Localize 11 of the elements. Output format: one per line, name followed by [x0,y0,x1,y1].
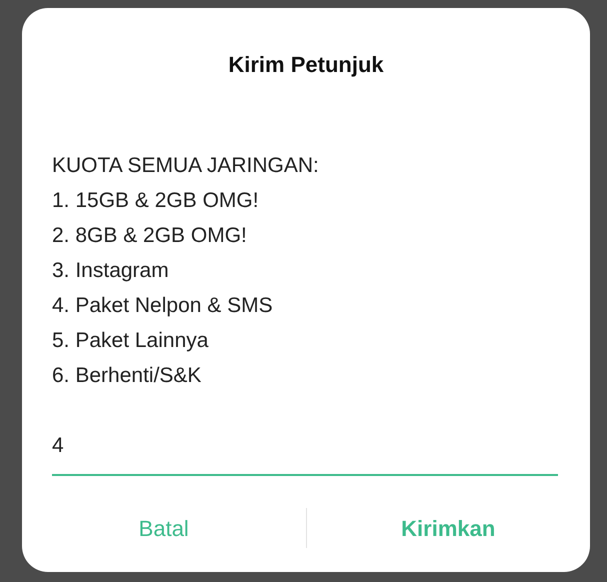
message-line: 4. Paket Nelpon & SMS [52,293,274,320]
cancel-button[interactable]: Batal [22,502,306,555]
message-line: KUOTA SEMUA JARINGAN: [52,153,320,180]
dialog-title: Kirim Petunjuk [227,51,385,78]
message-line: 2. 8GB & 2GB OMG! [52,223,248,250]
input-field[interactable]: 4 [52,430,558,476]
message-line: 5. Paket Lainnya [52,328,210,354]
message-line: 6. Berhenti/S&K [52,363,202,390]
send-button[interactable]: Kirimkan [306,502,590,555]
message-line: 3. Instagram [52,258,170,284]
message-line: 1. 15GB & 2GB OMG! [52,188,260,214]
